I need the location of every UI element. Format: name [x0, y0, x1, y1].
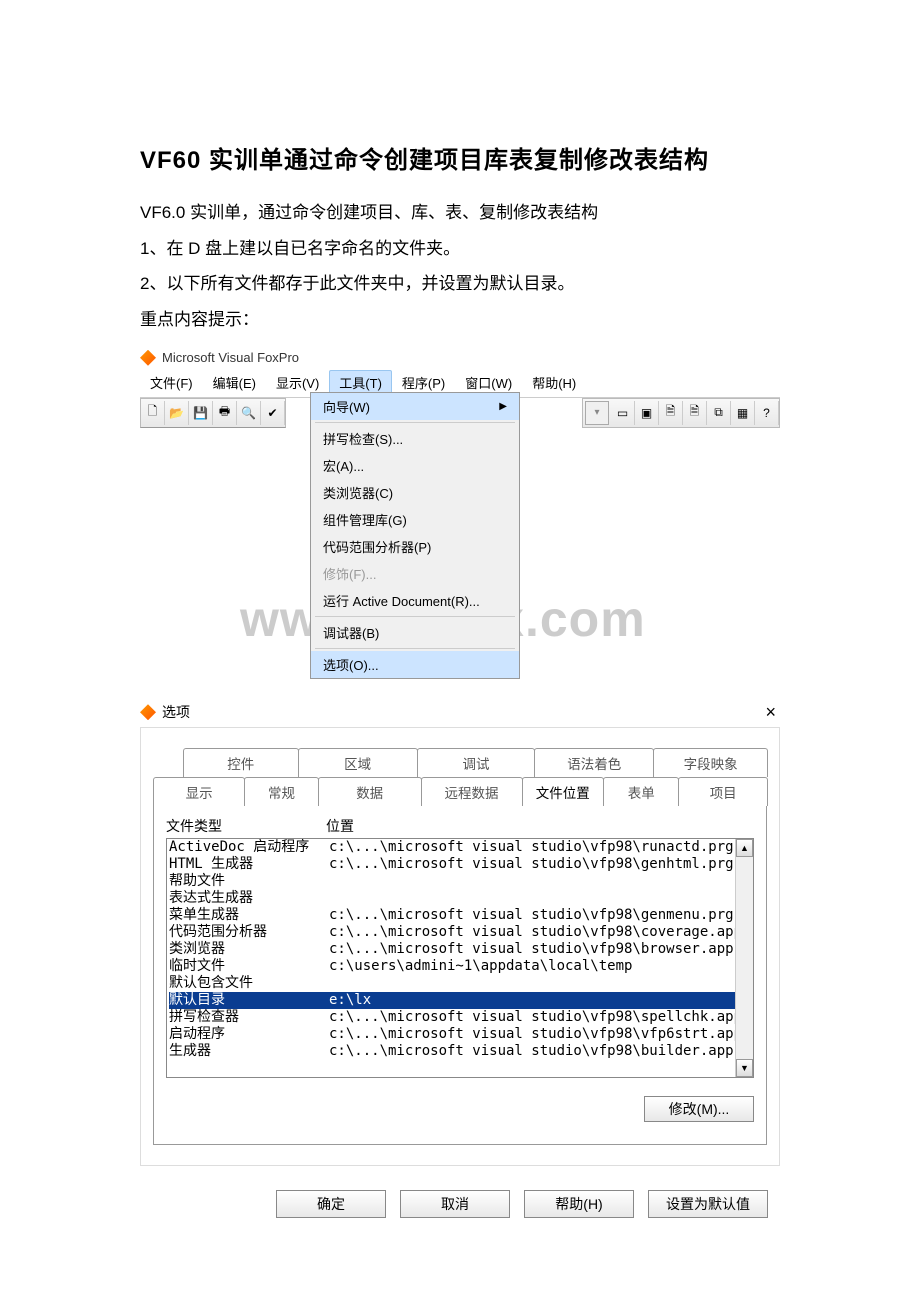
column-header-location: 位置 — [326, 816, 354, 836]
separator — [315, 616, 515, 617]
print-icon[interactable]: 🖶 — [213, 401, 237, 425]
ok-button[interactable]: 确定 — [276, 1190, 386, 1218]
menu-coverage[interactable]: 代码范围分析器(P) — [311, 533, 519, 560]
window-icon[interactable]: ▭ — [611, 401, 635, 425]
menu-classbrowser[interactable]: 类浏览器(C) — [311, 479, 519, 506]
tab-debug[interactable]: 调试 — [417, 748, 535, 777]
combo-icon[interactable]: ▾ — [585, 401, 609, 425]
separator — [315, 648, 515, 649]
list-item[interactable]: 临时文件c:\users\admini~1\appdata\local\temp — [169, 958, 753, 975]
tab-general[interactable]: 常规 — [244, 777, 319, 806]
menu-debugger[interactable]: 调试器(B) — [311, 619, 519, 646]
list-item[interactable]: 帮助文件 — [169, 873, 753, 890]
tab-filelocations[interactable]: 文件位置 — [522, 777, 605, 806]
list-item[interactable]: 拼写检查器c:\...\microsoft visual studio\vfp9… — [169, 1009, 753, 1026]
list-item[interactable]: HTML 生成器c:\...\microsoft visual studio\v… — [169, 856, 753, 873]
modify-button[interactable]: 修改(M)... — [644, 1096, 754, 1122]
tab-fieldmapping[interactable]: 字段映象 — [653, 748, 768, 777]
vfp-main-window: Microsoft Visual FoxPro 文件(F) 编辑(E) 显示(V… — [140, 348, 780, 688]
open-icon[interactable]: 📂 — [165, 401, 189, 425]
cancel-button[interactable]: 取消 — [400, 1190, 510, 1218]
help-icon[interactable]: ? — [755, 401, 779, 425]
menu-beautify[interactable]: 修饰(F)... — [311, 560, 519, 587]
tab-regional[interactable]: 区域 — [298, 748, 418, 777]
foxpro-icon — [140, 704, 156, 720]
menu-file[interactable]: 文件(F) — [140, 370, 203, 395]
scroll-track[interactable] — [736, 857, 753, 1059]
tab-projects[interactable]: 项目 — [678, 777, 768, 806]
new-icon[interactable]: 🗋 — [141, 401, 165, 425]
menu-edit[interactable]: 编辑(E) — [203, 370, 266, 395]
intro-line-1: VF6.0 实训单，通过命令创建项目、库、表、复制修改表结构 — [140, 195, 780, 231]
save-icon[interactable]: 💾 — [189, 401, 213, 425]
report-icon[interactable]: ▦ — [731, 401, 755, 425]
spell-icon[interactable]: ✔ — [261, 401, 285, 425]
file-locations-list[interactable]: ActiveDoc 启动程序c:\...\microsoft visual st… — [166, 838, 754, 1078]
form-icon[interactable]: ▣ — [635, 401, 659, 425]
tab-view[interactable]: 显示 — [153, 777, 245, 806]
page-title: VF60 实训单通过命令创建项目库表复制修改表结构 — [140, 140, 780, 175]
menu-componentgallery[interactable]: 组件管理库(G) — [311, 506, 519, 533]
scroll-down-icon[interactable]: ▼ — [736, 1059, 753, 1077]
list-item[interactable]: 默认包含文件 — [169, 975, 753, 992]
list-item[interactable]: 生成器c:\...\microsoft visual studio\vfp98\… — [169, 1043, 753, 1060]
scrollbar[interactable]: ▲ ▼ — [735, 839, 753, 1077]
dialog-title: 选项 — [162, 702, 190, 722]
list-item[interactable]: 类浏览器c:\...\microsoft visual studio\vfp98… — [169, 941, 753, 958]
separator — [315, 422, 515, 423]
intro-line-4: 重点内容提示： — [140, 302, 780, 338]
close-icon[interactable]: × — [765, 702, 780, 723]
intro-line-3: 2、以下所有文件都存于此文件夹中，并设置为默认目录。 — [140, 266, 780, 302]
tab-forms[interactable]: 表单 — [603, 777, 679, 806]
menu-run-activedoc[interactable]: 运行 Active Document(R)... — [311, 587, 519, 614]
menu-help[interactable]: 帮助(H) — [522, 370, 586, 395]
options-dialog: 选项 × 控件 区域 调试 语法着色 字段映象 显示 常规 数据 远程数据 文件… — [140, 698, 780, 1224]
help-button[interactable]: 帮助(H) — [524, 1190, 634, 1218]
tab-remotedata[interactable]: 远程数据 — [421, 777, 523, 806]
submenu-arrow-icon: ▶ — [499, 401, 507, 412]
list-item[interactable]: 启动程序c:\...\microsoft visual studio\vfp98… — [169, 1026, 753, 1043]
tools-dropdown: 向导(W)▶ 拼写检查(S)... 宏(A)... 类浏览器(C) 组件管理库(… — [310, 392, 520, 679]
list-item[interactable]: 菜单生成器c:\...\microsoft visual studio\vfp9… — [169, 907, 753, 924]
scroll-up-icon[interactable]: ▲ — [736, 839, 753, 857]
menu-wizard[interactable]: 向导(W)▶ — [311, 393, 519, 420]
list-item[interactable]: 默认目录e:\lx — [169, 992, 753, 1009]
db-icon[interactable]: 🗎 — [659, 401, 683, 425]
list-item[interactable]: 表达式生成器 — [169, 890, 753, 907]
list-item[interactable]: 代码范围分析器c:\...\microsoft visual studio\vf… — [169, 924, 753, 941]
menu-spellcheck[interactable]: 拼写检查(S)... — [311, 425, 519, 452]
tab-controls[interactable]: 控件 — [183, 748, 299, 777]
column-header-type: 文件类型 — [166, 816, 326, 836]
tab-syntax[interactable]: 语法着色 — [534, 748, 654, 777]
preview-icon[interactable]: 🔍 — [237, 401, 261, 425]
menu-options[interactable]: 选项(O)... — [311, 651, 519, 678]
intro-line-2: 1、在 D 盘上建以自已名字命名的文件夹。 — [140, 231, 780, 267]
set-default-button[interactable]: 设置为默认值 — [648, 1190, 768, 1218]
menu-macro[interactable]: 宏(A)... — [311, 452, 519, 479]
foxpro-icon — [140, 350, 156, 366]
app-title: Microsoft Visual FoxPro — [162, 350, 299, 365]
tab-data[interactable]: 数据 — [318, 777, 422, 806]
autoform-icon[interactable]: ⧉ — [707, 401, 731, 425]
db2-icon[interactable]: 🗎 — [683, 401, 707, 425]
list-item[interactable]: ActiveDoc 启动程序c:\...\microsoft visual st… — [169, 839, 753, 856]
